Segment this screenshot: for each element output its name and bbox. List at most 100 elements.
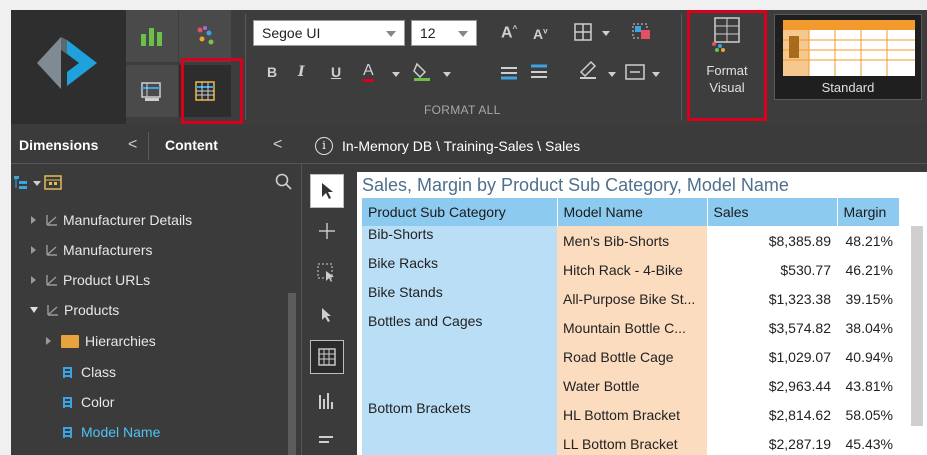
tree-item-color[interactable]: Color [63, 389, 114, 415]
tree-item-class[interactable]: Class [63, 359, 116, 385]
scatter-visual-button[interactable] [179, 10, 231, 62]
collapse-icon[interactable] [30, 307, 38, 313]
cell-model[interactable]: Water Bottle [557, 371, 707, 400]
tree-item-products[interactable]: Products [30, 297, 119, 323]
tree-item-manufacturers[interactable]: Manufacturers [31, 237, 152, 263]
data-grid: Product Sub Category Model Name Sales Ma… [362, 198, 900, 455]
format-painter-icon[interactable] [631, 22, 653, 42]
text-wrap-icon[interactable] [625, 64, 645, 80]
bold-button[interactable]: B [267, 64, 277, 80]
expand-icon[interactable] [46, 337, 51, 345]
expand-icon[interactable] [31, 246, 36, 254]
chart-visual-button[interactable] [126, 10, 178, 62]
tree-item-product-urls[interactable]: Product URLs [31, 267, 150, 293]
cell-margin[interactable]: 38.04% [837, 313, 899, 342]
cell-model[interactable]: All-Purpose Bike St... [557, 284, 707, 313]
search-icon[interactable] [275, 173, 293, 191]
cell-margin[interactable]: 40.94% [837, 342, 899, 371]
text-wrap-dropdown-icon[interactable] [652, 72, 660, 77]
tree-item-hierarchies[interactable]: Hierarchies [46, 328, 156, 354]
table-row: Bib-Shorts Men's Bib-Shorts $8,385.89 48… [362, 226, 899, 255]
grow-font-button[interactable]: A^ [501, 24, 517, 42]
shrink-font-button[interactable]: Av [533, 26, 548, 42]
cell-sales[interactable]: $2,963.44 [707, 371, 837, 400]
format-visual-highlight [687, 10, 767, 121]
cell-margin[interactable]: 46.21% [837, 255, 899, 284]
cell-sales[interactable]: $2,814.62 [707, 400, 837, 429]
tree-view-icon[interactable] [13, 174, 29, 190]
visual-toolstrip [301, 164, 353, 455]
fill-color-icon[interactable] [411, 60, 433, 82]
font-family-select[interactable]: Segoe UI [253, 20, 405, 46]
italic-button[interactable]: I [298, 64, 305, 80]
tab-dimensions[interactable]: Dimensions [19, 137, 98, 153]
tree-view-dropdown-icon[interactable] [33, 181, 41, 186]
bar-chart-tool[interactable] [310, 426, 344, 455]
tree-item-model-name[interactable]: Model Name [63, 419, 160, 445]
cell-model[interactable]: Road Bottle Cage [557, 342, 707, 371]
cell-model[interactable]: Hitch Rack - 4-Bike [557, 255, 707, 284]
folder-icon [61, 334, 79, 348]
tab-content[interactable]: Content [165, 137, 218, 153]
chevron-down-icon [458, 31, 468, 37]
grid-header-row: Product Sub Category Model Name Sales Ma… [362, 198, 900, 226]
cell-category[interactable]: Bottom Brackets [362, 400, 557, 455]
cell-model[interactable]: Men's Bib-Shorts [557, 226, 707, 255]
underline-button[interactable]: U [331, 64, 341, 80]
cell-category[interactable]: Bike Racks [362, 255, 557, 284]
marquee-select-tool[interactable] [310, 256, 344, 290]
expand-icon[interactable] [31, 276, 36, 284]
table-row: Bottles and Cages Mountain Bottle C... $… [362, 313, 899, 400]
cell-model[interactable]: HL Bottom Bracket [557, 400, 707, 429]
cell-sales[interactable]: $2,287.19 [707, 429, 837, 455]
calendar-table-icon[interactable] [44, 174, 62, 190]
column-header-sales[interactable]: Sales [707, 198, 838, 226]
font-color-button[interactable]: A [363, 62, 374, 82]
collapse-content-icon[interactable]: < [273, 136, 282, 154]
expand-icon[interactable] [31, 216, 36, 224]
tree-item-label: Hierarchies [85, 333, 156, 349]
cell-category[interactable]: Bib-Shorts [362, 226, 557, 255]
grid-type-tool[interactable] [310, 340, 344, 374]
grid-scrollbar[interactable] [911, 226, 923, 426]
cell-sales[interactable]: $8,385.89 [707, 226, 837, 255]
app-window: Segoe UI 12 A^ Av B I U A FORMAT ALL For… [11, 10, 927, 455]
cell-sales[interactable]: $1,029.07 [707, 342, 837, 371]
align-middle-icon[interactable] [529, 62, 549, 82]
borders-dropdown-icon[interactable] [602, 31, 610, 36]
grid-button-highlight [181, 58, 243, 124]
grid-table-icon [318, 348, 336, 366]
cell-sales[interactable]: $530.77 [707, 255, 837, 284]
align-bottom-icon[interactable] [499, 62, 519, 82]
panel-scrollbar[interactable] [288, 293, 296, 455]
cell-model[interactable]: Mountain Bottle C... [557, 313, 707, 342]
cell-margin[interactable]: 45.43% [837, 429, 899, 455]
cell-model[interactable]: LL Bottom Bracket [557, 429, 707, 455]
cell-margin[interactable]: 48.21% [837, 226, 899, 255]
cell-margin[interactable]: 58.05% [837, 400, 899, 429]
collapse-dimensions-icon[interactable]: < [128, 136, 137, 154]
info-icon[interactable]: i [315, 136, 333, 155]
cell-sales[interactable]: $3,574.82 [707, 313, 837, 342]
borders-icon[interactable] [573, 22, 593, 42]
tree-item-manufacturer-details[interactable]: Manufacturer Details [31, 207, 192, 233]
line-color-icon[interactable] [577, 58, 599, 80]
line-color-dropdown-icon[interactable] [608, 72, 616, 77]
crosshair-tool[interactable] [310, 214, 344, 248]
column-header-margin[interactable]: Margin [837, 198, 900, 226]
column-chart-tool[interactable] [310, 384, 344, 418]
select-tool[interactable] [310, 174, 344, 208]
pivot-visual-button[interactable] [126, 65, 178, 117]
drill-tool[interactable] [310, 298, 344, 332]
cell-margin[interactable]: 39.15% [837, 284, 899, 313]
font-color-dropdown-icon[interactable] [392, 72, 400, 77]
dimension-icon [47, 305, 58, 316]
cell-margin[interactable]: 43.81% [837, 371, 899, 400]
fill-color-dropdown-icon[interactable] [443, 72, 451, 77]
cell-sales[interactable]: $1,323.38 [707, 284, 837, 313]
column-header-model-name[interactable]: Model Name [557, 198, 708, 226]
column-header-product-sub-category[interactable]: Product Sub Category [362, 198, 558, 226]
cell-category[interactable]: Bike Stands [362, 284, 557, 313]
font-size-select[interactable]: 12 [411, 20, 477, 46]
cell-category[interactable]: Bottles and Cages [362, 313, 557, 400]
